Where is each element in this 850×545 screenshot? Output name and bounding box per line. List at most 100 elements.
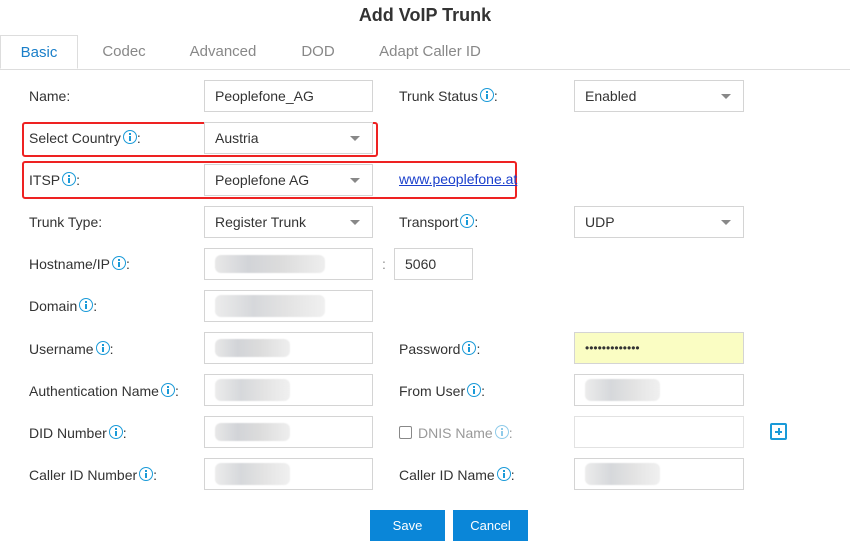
tab-advanced[interactable]: Advanced (180, 35, 266, 69)
info-icon[interactable] (95, 341, 110, 355)
colon: : (122, 425, 127, 441)
transport-value: UDP (585, 214, 615, 230)
blurred-value (215, 463, 290, 485)
password-value: ••••••••••••• (585, 341, 640, 355)
name-input[interactable]: Peoplefone_AG (204, 80, 373, 112)
caller-id-name-label: Caller ID Name: (399, 465, 515, 485)
info-icon[interactable] (479, 88, 494, 102)
save-button[interactable]: Save (370, 510, 445, 541)
colon: : (508, 425, 513, 441)
from-user-label-text: From User (399, 383, 466, 399)
info-icon[interactable] (460, 214, 475, 228)
name-label: Name: (29, 88, 71, 104)
blurred-value (585, 463, 660, 485)
from-user-label: From User: (399, 381, 485, 401)
info-icon[interactable] (494, 425, 509, 439)
blurred-value (215, 423, 290, 441)
itsp-value: Peoplefone AG (215, 172, 310, 188)
dnis-name-label-text: DNIS Name (418, 425, 493, 441)
from-user-input[interactable] (574, 374, 744, 406)
hostname-label: Hostname/IP: (29, 254, 130, 274)
trunk-type-select[interactable]: Register Trunk (204, 206, 373, 238)
authentication-name-input[interactable] (204, 374, 373, 406)
name-value: Peoplefone_AG (215, 88, 314, 104)
colon: : (125, 256, 130, 272)
chevron-down-icon (350, 178, 360, 183)
did-number-label: DID Number: (29, 423, 127, 443)
info-icon[interactable] (462, 341, 477, 355)
trunk-status-label-text: Trunk Status (399, 88, 478, 104)
chevron-down-icon (721, 94, 731, 99)
username-label-text: Username (29, 341, 94, 357)
trunk-status-select[interactable]: Enabled (574, 80, 744, 112)
caller-id-number-label: Caller ID Number: (29, 465, 157, 485)
info-icon[interactable] (79, 298, 94, 312)
trunk-type-value: Register Trunk (215, 214, 307, 230)
trunk-type-label: Trunk Type: (29, 214, 103, 230)
caller-id-name-input[interactable] (574, 458, 744, 490)
tab-basic[interactable]: Basic (0, 35, 78, 69)
transport-select[interactable]: UDP (574, 206, 744, 238)
dialog-title: Add VoIP Trunk (358, 5, 492, 25)
blurred-value (215, 339, 290, 357)
itsp-select[interactable]: Peoplefone AG (204, 164, 373, 196)
itsp-label: ITSP: (29, 170, 80, 190)
info-icon[interactable] (496, 467, 511, 481)
itsp-label-text: ITSP (29, 172, 61, 188)
blurred-value (215, 295, 325, 317)
info-icon[interactable] (62, 172, 77, 186)
colon: : (136, 130, 141, 146)
chevron-down-icon (350, 136, 360, 141)
colon: : (93, 298, 98, 314)
did-number-input[interactable] (204, 416, 373, 448)
info-icon[interactable] (111, 256, 126, 270)
did-number-label-text: DID Number (29, 425, 107, 441)
hostname-input[interactable] (204, 248, 373, 280)
tab-adapt-caller-id[interactable]: Adapt Caller ID (370, 35, 490, 69)
tab-dod[interactable]: DOD (290, 35, 346, 69)
hostname-label-text: Hostname/IP (29, 256, 110, 272)
trunk-status-label: Trunk Status: (399, 86, 498, 106)
info-icon[interactable] (108, 425, 123, 439)
transport-label-text: Transport (399, 214, 459, 230)
info-icon[interactable] (160, 383, 175, 397)
select-country-label: Select Country: (29, 128, 141, 148)
chevron-down-icon (721, 220, 731, 225)
caller-id-number-label-text: Caller ID Number (29, 467, 138, 483)
select-country-select[interactable]: Austria (204, 122, 373, 154)
tab-codec[interactable]: Codec (88, 35, 160, 69)
port-value: 5060 (405, 256, 437, 272)
dnis-name-label: DNIS Name: (399, 423, 513, 443)
chevron-down-icon (350, 220, 360, 225)
blurred-value (215, 379, 290, 401)
username-input[interactable] (204, 332, 373, 364)
add-button[interactable] (770, 423, 787, 440)
port-separator: : (382, 256, 386, 272)
info-icon[interactable] (139, 467, 154, 481)
colon: : (510, 467, 515, 483)
transport-label: Transport: (399, 212, 478, 232)
info-icon[interactable] (467, 383, 482, 397)
authentication-name-label: Authentication Name: (29, 381, 179, 401)
blurred-value (585, 379, 660, 401)
colon: : (474, 214, 479, 230)
password-label: Password: (399, 339, 480, 359)
colon: : (153, 467, 158, 483)
blurred-value (215, 255, 325, 273)
domain-label-text: Domain (29, 298, 78, 314)
dnis-name-checkbox[interactable] (399, 426, 412, 439)
cancel-button[interactable]: Cancel (453, 510, 528, 541)
colon: : (476, 341, 481, 357)
domain-input[interactable] (204, 290, 373, 322)
dnis-name-input[interactable] (574, 416, 744, 448)
domain-label: Domain: (29, 296, 97, 316)
port-input[interactable]: 5060 (394, 248, 473, 280)
trunk-status-value: Enabled (585, 88, 637, 104)
colon: : (493, 88, 498, 104)
colon: : (481, 383, 486, 399)
caller-id-number-input[interactable] (204, 458, 373, 490)
select-country-label-text: Select Country (29, 130, 121, 146)
password-input[interactable]: ••••••••••••• (574, 332, 744, 364)
info-icon[interactable] (122, 130, 137, 144)
itsp-website-link[interactable]: www.peoplefone.at (399, 171, 517, 187)
